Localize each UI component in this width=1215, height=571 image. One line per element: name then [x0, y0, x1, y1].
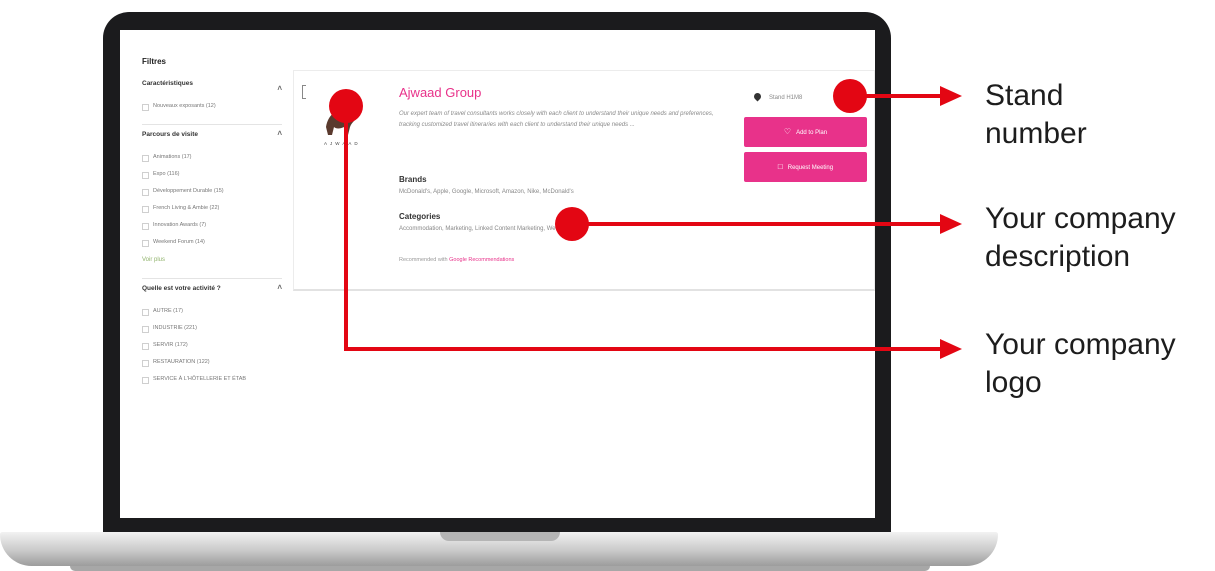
callout-company-logo: Your company logo: [985, 326, 1176, 402]
logo-callout-arrowhead: [940, 339, 962, 359]
callout-line: Your company: [985, 202, 1176, 235]
callout-line: description: [985, 240, 1131, 273]
callout-line: Stand: [985, 79, 1064, 112]
stand-callout-arrowhead: [940, 86, 962, 106]
callout-line: logo: [985, 366, 1042, 399]
callout-line: number: [985, 117, 1087, 150]
callout-stand-number: Stand number: [985, 77, 1087, 153]
description-callout-arrowhead: [940, 214, 962, 234]
callout-company-description: Your company description: [985, 200, 1176, 276]
callout-line: Your company: [985, 328, 1176, 361]
logo-callout-line: [344, 106, 950, 351]
